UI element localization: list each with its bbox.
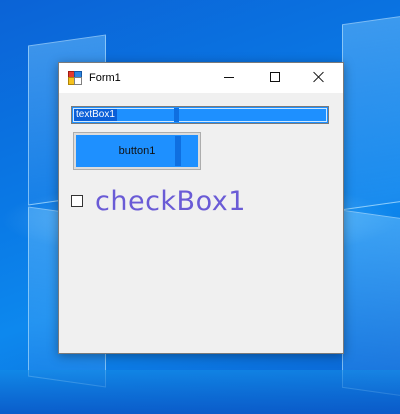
form-window: Form1 textBox1 button1 checkBox1	[58, 62, 344, 354]
app-icon[interactable]	[68, 71, 82, 85]
text-box-value: textBox1	[74, 109, 117, 121]
text-box-highlight-band	[174, 108, 179, 122]
title-bar[interactable]: Form1	[59, 63, 343, 93]
maximize-icon	[270, 72, 280, 82]
close-button[interactable]	[297, 63, 343, 93]
minimize-icon	[224, 77, 234, 78]
close-icon	[313, 71, 325, 83]
checkbox[interactable]	[71, 195, 83, 207]
checkbox-label[interactable]: checkBox1	[95, 187, 246, 217]
minimize-button[interactable]	[207, 63, 253, 93]
maximize-button[interactable]	[253, 63, 299, 93]
button1[interactable]: button1	[73, 132, 201, 170]
wallpaper-floor	[0, 370, 400, 414]
button-label: button1	[118, 145, 156, 157]
text-box[interactable]: textBox1	[71, 106, 329, 124]
window-title: Form1	[89, 72, 121, 84]
